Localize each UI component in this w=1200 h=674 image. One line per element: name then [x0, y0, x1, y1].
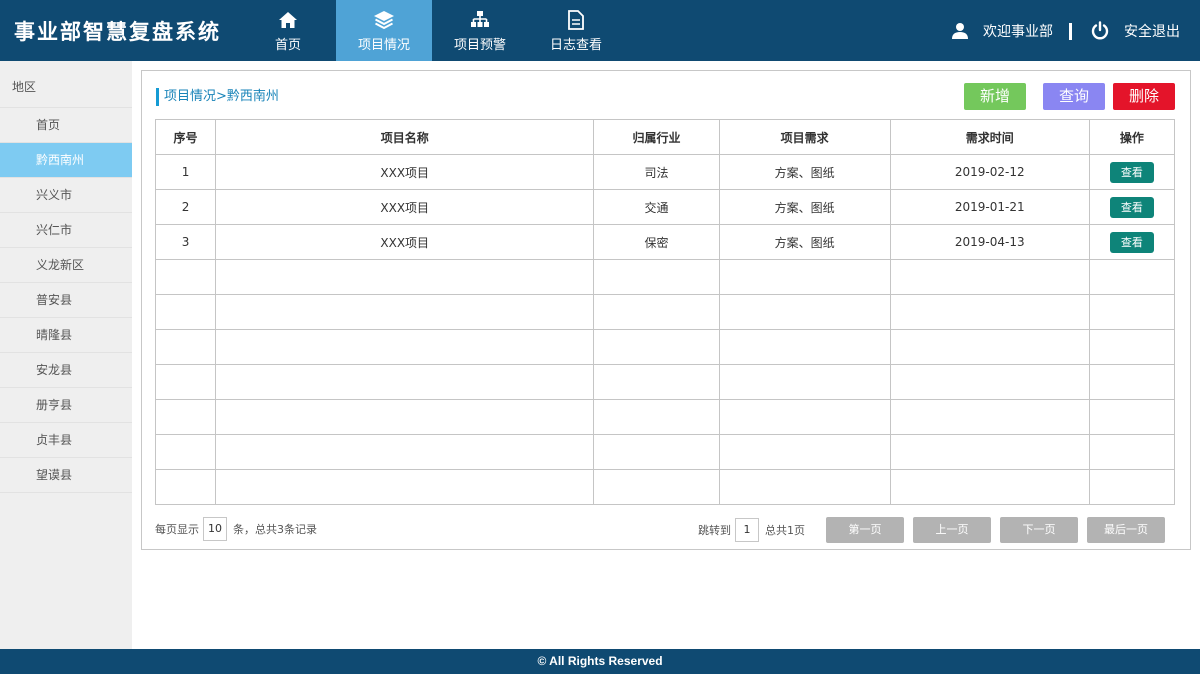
cell-date: 2019-04-13	[889, 224, 1090, 260]
view-button[interactable]: 查看	[1109, 161, 1154, 183]
cell-action: 查看	[1088, 154, 1176, 190]
sidebar-item-anlong[interactable]: 安龙县	[0, 353, 132, 388]
sidebar-item-ceheng[interactable]: 册亨县	[0, 388, 132, 423]
cell-action: 查看	[1088, 224, 1176, 260]
cell-name: XXX项目	[215, 154, 595, 190]
empty-row	[154, 469, 1176, 505]
per-page-input[interactable]: 10	[203, 517, 227, 541]
sidebar-heading: 地区	[0, 61, 132, 108]
cell-demand: 方案、图纸	[718, 189, 891, 225]
content-panel: 项目情况>黔西南州 新增 查询 删除 序号 项目名称 归属行业 项目需求 需求时…	[141, 70, 1191, 550]
record-summary: 条，总共3条记录	[233, 523, 317, 536]
prev-page-button[interactable]: 上一页	[913, 517, 991, 543]
breadcrumb: 项目情况>黔西南州	[156, 88, 279, 106]
empty-row	[154, 259, 1176, 295]
cell-industry: 交通	[593, 189, 720, 225]
jump-page-input[interactable]: 1	[735, 518, 759, 542]
cell-no: 1	[154, 154, 217, 190]
empty-row	[154, 329, 1176, 365]
col-header-action: 操作	[1088, 119, 1176, 155]
pagination: 跳转到 1 总共1页 第一页 上一页 下一页 最后一页	[698, 517, 1165, 543]
sidebar-item-zhenfeng[interactable]: 贞丰县	[0, 423, 132, 458]
page-size-control: 每页显示 10 条，总共3条记录	[155, 517, 317, 541]
col-header-name: 项目名称	[215, 119, 595, 155]
logout-link[interactable]: 安全退出	[1124, 21, 1180, 41]
nav-project-warning[interactable]: 项目预警	[432, 0, 528, 61]
document-icon	[564, 8, 588, 32]
sidebar-item-home[interactable]: 首页	[0, 108, 132, 143]
user-area: 欢迎事业部 安全退出	[951, 21, 1180, 41]
nav-log-view-label: 日志查看	[549, 38, 602, 53]
col-header-date: 需求时间	[889, 119, 1090, 155]
table-row: 1 XXX项目 司法 方案、图纸 2019-02-12 查看	[154, 154, 1176, 190]
first-page-button[interactable]: 第一页	[826, 517, 904, 543]
table-row: 3 XXX项目 保密 方案、图纸 2019-04-13 查看	[154, 224, 1176, 260]
empty-row	[154, 434, 1176, 470]
sidebar-item-qinglong[interactable]: 晴隆县	[0, 318, 132, 353]
header-divider	[1069, 22, 1072, 40]
cell-no: 3	[154, 224, 217, 260]
nav-project-status[interactable]: 项目情况	[336, 0, 432, 61]
sidebar-item-qianxinan[interactable]: 黔西南州	[0, 143, 132, 178]
query-button[interactable]: 查询	[1043, 83, 1105, 110]
nav-project-warning-label: 项目预警	[453, 38, 506, 53]
cell-action: 查看	[1088, 189, 1176, 225]
cell-no: 2	[154, 189, 217, 225]
top-header: 事业部智慧复盘系统 首页 项目情况 项目预警 日志查看 欢迎事业部 安全退出	[0, 0, 1200, 61]
col-header-industry: 归属行业	[593, 119, 720, 155]
sidebar-item-wangmo[interactable]: 望谟县	[0, 458, 132, 493]
last-page-button[interactable]: 最后一页	[1087, 517, 1165, 543]
home-icon	[276, 8, 300, 32]
cell-date: 2019-01-21	[889, 189, 1090, 225]
view-button[interactable]: 查看	[1109, 231, 1154, 253]
col-header-demand: 项目需求	[718, 119, 891, 155]
delete-button[interactable]: 删除	[1113, 83, 1175, 110]
cell-industry: 保密	[593, 224, 720, 260]
jump-label: 跳转到	[698, 524, 731, 537]
table-header-row: 序号 项目名称 归属行业 项目需求 需求时间 操作	[154, 119, 1176, 155]
sidebar-item-puan[interactable]: 普安县	[0, 283, 132, 318]
sidebar-item-xingren[interactable]: 兴仁市	[0, 213, 132, 248]
cell-date: 2019-02-12	[889, 154, 1090, 190]
empty-row	[154, 294, 1176, 330]
total-pages: 总共1页	[765, 524, 805, 537]
app-title: 事业部智慧复盘系统	[14, 19, 221, 44]
sitemap-icon	[468, 8, 492, 32]
col-header-no: 序号	[154, 119, 217, 155]
region-sidebar: 地区 首页 黔西南州 兴义市 兴仁市 义龙新区 普安县 晴隆县 安龙县 册亨县 …	[0, 61, 132, 649]
nav-log-view[interactable]: 日志查看	[528, 0, 624, 61]
per-page-label: 每页显示	[155, 523, 199, 536]
cell-demand: 方案、图纸	[718, 224, 891, 260]
main-nav: 首页 项目情况 项目预警 日志查看	[240, 0, 624, 61]
nav-project-status-label: 项目情况	[357, 38, 410, 53]
next-page-button[interactable]: 下一页	[1000, 517, 1078, 543]
empty-row	[154, 399, 1176, 435]
project-table: 序号 项目名称 归属行业 项目需求 需求时间 操作 1 XXX项目 司法 方案、…	[154, 119, 1176, 505]
empty-row	[154, 364, 1176, 400]
layers-icon	[372, 8, 396, 32]
user-icon	[951, 22, 969, 40]
welcome-text: 欢迎事业部	[983, 24, 1053, 40]
cell-name: XXX项目	[215, 189, 595, 225]
cell-industry: 司法	[593, 154, 720, 190]
table-row: 2 XXX项目 交通 方案、图纸 2019-01-21 查看	[154, 189, 1176, 225]
cell-name: XXX项目	[215, 224, 595, 260]
nav-home-label: 首页	[274, 38, 301, 53]
sidebar-item-yilong[interactable]: 义龙新区	[0, 248, 132, 283]
footer: © All Rights Reserved	[0, 649, 1200, 674]
add-button[interactable]: 新增	[964, 83, 1026, 110]
power-icon[interactable]	[1090, 21, 1110, 41]
sidebar-item-xingyi[interactable]: 兴义市	[0, 178, 132, 213]
cell-demand: 方案、图纸	[718, 154, 891, 190]
nav-home[interactable]: 首页	[240, 0, 336, 61]
view-button[interactable]: 查看	[1109, 196, 1154, 218]
